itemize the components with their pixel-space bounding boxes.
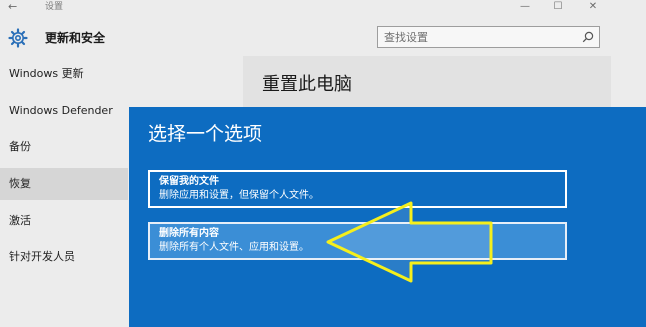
option-title: 保留我的文件 xyxy=(159,176,219,187)
search-icon[interactable] xyxy=(582,31,594,43)
close-button[interactable]: ✕ xyxy=(580,0,606,14)
search-box[interactable] xyxy=(377,26,600,48)
window-title: 设置 xyxy=(45,2,64,12)
minimize-button[interactable]: — xyxy=(512,0,538,14)
dialog-title: 选择一个选项 xyxy=(148,123,263,145)
sidebar-item-backup[interactable]: 备份 xyxy=(0,131,128,163)
sidebar-item-windows-update[interactable]: Windows 更新 xyxy=(0,58,128,90)
sidebar-item-recovery[interactable]: 恢复 xyxy=(0,168,128,200)
maximize-button[interactable]: ☐ xyxy=(545,0,571,14)
sidebar-item-label: 激活 xyxy=(9,214,31,227)
sidebar-item-label: 恢复 xyxy=(9,177,31,190)
sidebar-item-label: Windows Defender xyxy=(9,104,113,117)
back-arrow-icon[interactable]: ← xyxy=(8,0,17,14)
section-title: 更新和安全 xyxy=(45,31,106,45)
sidebar-item-label: Windows 更新 xyxy=(9,67,84,80)
option-description: 删除所有个人文件、应用和设置。 xyxy=(159,242,309,253)
sidebar-item-for-developers[interactable]: 针对开发人员 xyxy=(0,241,128,273)
option-title: 删除所有内容 xyxy=(159,228,219,239)
option-description: 删除应用和设置，但保留个人文件。 xyxy=(159,190,319,201)
title-bar: ← 设置 — ☐ ✕ xyxy=(0,0,646,16)
sidebar-item-windows-defender[interactable]: Windows Defender xyxy=(0,95,128,127)
sidebar-item-activation[interactable]: 激活 xyxy=(0,205,128,237)
sidebar-item-label: 备份 xyxy=(9,140,31,153)
search-input[interactable] xyxy=(384,30,574,45)
page-title: 重置此电脑 xyxy=(262,74,352,95)
arrow-left-icon xyxy=(326,201,493,283)
sidebar-item-label: 针对开发人员 xyxy=(9,250,75,263)
gear-icon xyxy=(8,28,28,48)
